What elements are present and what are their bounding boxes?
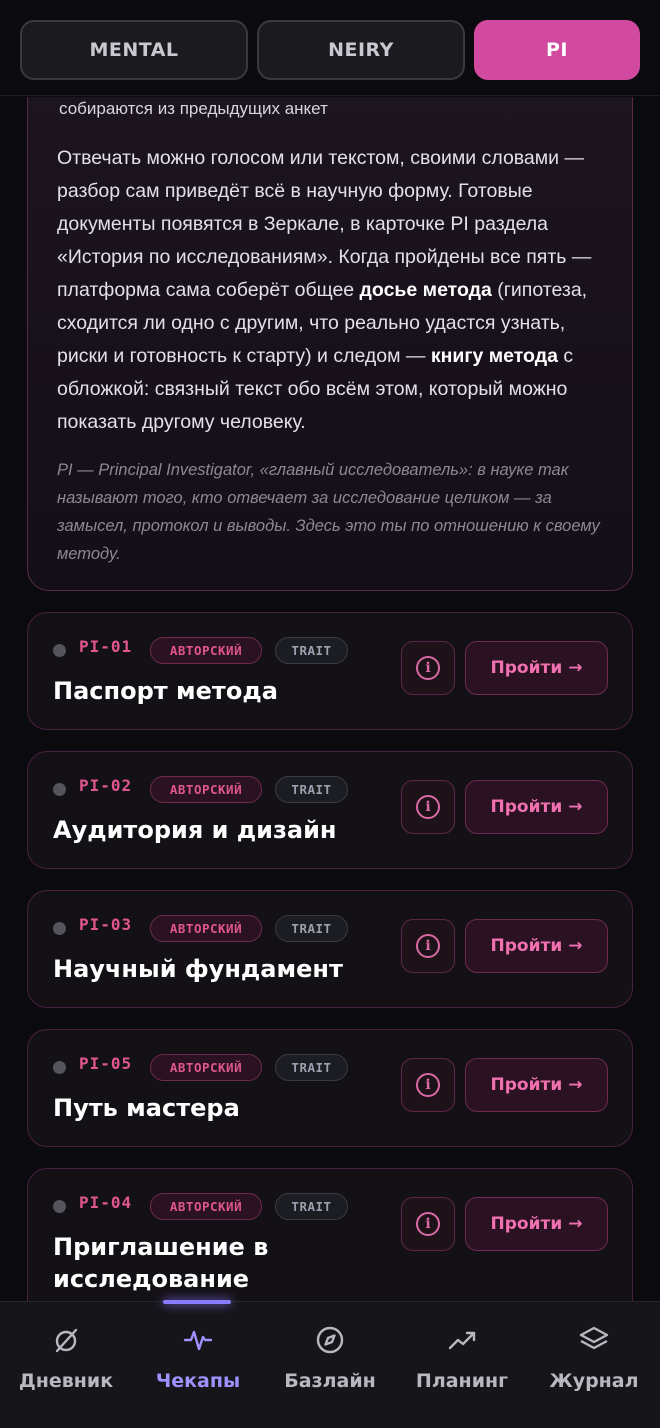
trend-icon: [448, 1331, 476, 1350]
checkup-code: PI-03: [79, 915, 133, 934]
tab-neiry[interactable]: NEIRY: [257, 20, 465, 80]
status-dot: [53, 644, 66, 657]
checkup-code: PI-05: [79, 1054, 133, 1073]
author-badge: АВТОРСКИЙ: [150, 915, 262, 942]
nav-label: Базлайн: [284, 1370, 376, 1392]
trait-badge: TRAIT: [275, 1193, 348, 1220]
info-icon: i: [416, 1073, 440, 1097]
pulse-icon: [183, 1330, 213, 1351]
nav-baseline[interactable]: Базлайн: [264, 1324, 396, 1414]
checkup-card: PI-02 АВТОРСКИЙ TRAIT Аудитория и дизайн…: [27, 751, 633, 869]
start-button[interactable]: Пройти →: [465, 919, 608, 973]
author-badge: АВТОРСКИЙ: [150, 776, 262, 803]
info-footnote: PI — Principal Investigator, «главный ис…: [57, 461, 600, 563]
info-card: собираются из предыдущих анкет Отвечать …: [27, 97, 633, 591]
trait-badge: TRAIT: [275, 776, 348, 803]
tab-mental[interactable]: MENTAL: [20, 20, 248, 80]
start-button[interactable]: Пройти →: [465, 1058, 608, 1112]
info-card-viewport: собираются из предыдущих анкет Отвечать …: [0, 97, 660, 597]
info-text-part: Отвечать можно голосом или текстом, свои…: [57, 147, 592, 301]
status-dot: [53, 783, 66, 796]
checkup-code: PI-02: [79, 776, 133, 795]
start-button[interactable]: Пройти →: [465, 641, 608, 695]
checkup-card: PI-05 АВТОРСКИЙ TRAIT Путь мастера i Про…: [27, 1029, 633, 1147]
active-tab-indicator: [163, 1300, 231, 1304]
author-badge: АВТОРСКИЙ: [150, 1193, 262, 1220]
category-tabs: MENTAL NEIRY PI: [0, 0, 660, 96]
tab-pi[interactable]: PI: [474, 20, 640, 80]
checkup-title: Приглашение в исследование: [53, 1233, 269, 1293]
info-button[interactable]: i: [401, 919, 455, 973]
author-badge: АВТОРСКИЙ: [150, 1054, 262, 1081]
info-bold-book: книгу метода: [430, 345, 558, 367]
start-button[interactable]: Пройти →: [465, 780, 608, 834]
info-button[interactable]: i: [401, 641, 455, 695]
checkup-card: PI-01 АВТОРСКИЙ TRAIT Паспорт метода i П…: [27, 612, 633, 730]
nav-journal[interactable]: Журнал: [528, 1324, 660, 1414]
start-button[interactable]: Пройти →: [465, 1197, 608, 1251]
checkup-title: Паспорт метода: [53, 677, 278, 705]
trait-badge: TRAIT: [275, 915, 348, 942]
layers-icon: [579, 1326, 609, 1350]
info-button[interactable]: i: [401, 780, 455, 834]
checkup-title: Путь мастера: [53, 1094, 240, 1122]
nav-label: Дневник: [18, 1370, 114, 1392]
status-dot: [53, 922, 66, 935]
info-bold-dossier: досье метода: [359, 279, 492, 301]
info-icon: i: [416, 1212, 440, 1236]
diary-icon: [55, 1328, 78, 1353]
author-badge: АВТОРСКИЙ: [150, 637, 262, 664]
status-dot: [53, 1200, 66, 1213]
trait-badge: TRAIT: [275, 1054, 348, 1081]
nav-checkups[interactable]: Чекапы: [132, 1324, 264, 1414]
bullet-text: собираются из предыдущих анкет: [59, 99, 328, 118]
checkup-card: PI-03 АВТОРСКИЙ TRAIT Научный фундамент …: [27, 890, 633, 1008]
info-button[interactable]: i: [401, 1197, 455, 1251]
compass-icon: [316, 1326, 344, 1354]
nav-planning[interactable]: Планинг: [396, 1324, 528, 1414]
bottom-nav: Дневник Чекапы Базлайн Планинг Журнал: [0, 1300, 660, 1428]
status-dot: [53, 1061, 66, 1074]
info-icon: i: [416, 795, 440, 819]
nav-label: Чекапы: [155, 1370, 241, 1392]
info-icon: i: [416, 934, 440, 958]
info-button[interactable]: i: [401, 1058, 455, 1112]
checkup-title: Аудитория и дизайн: [53, 816, 337, 844]
checkup-title: Научный фундамент: [53, 955, 343, 983]
nav-label: Планинг: [415, 1370, 509, 1392]
checkup-code: PI-04: [79, 1193, 133, 1212]
info-paragraph: Отвечать можно голосом или текстом, свои…: [57, 142, 617, 439]
checkup-code: PI-01: [79, 637, 133, 656]
nav-label: Журнал: [549, 1370, 639, 1392]
info-icon: i: [416, 656, 440, 680]
nav-diary[interactable]: Дневник: [0, 1324, 132, 1414]
trait-badge: TRAIT: [275, 637, 348, 664]
